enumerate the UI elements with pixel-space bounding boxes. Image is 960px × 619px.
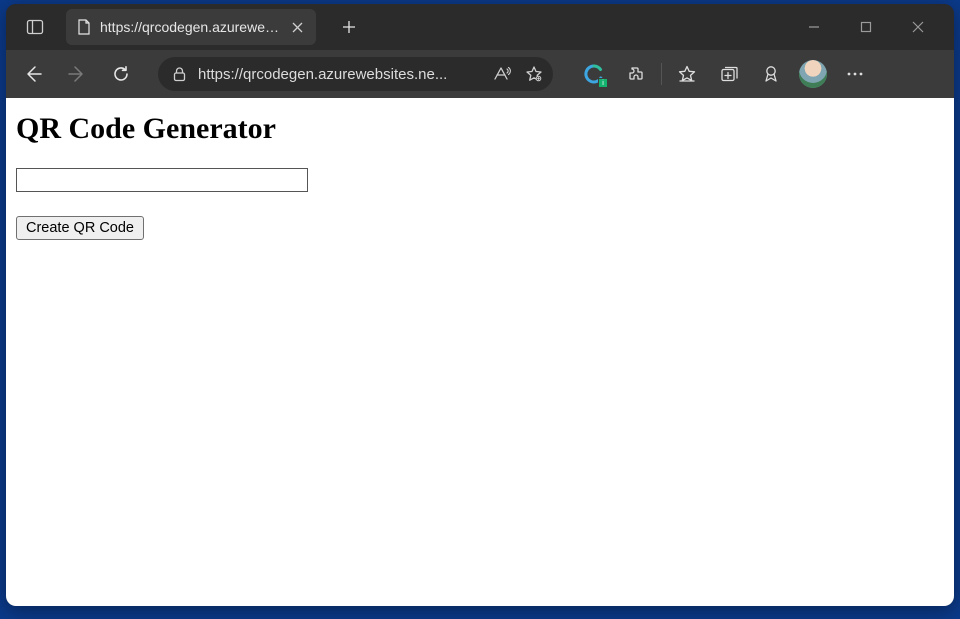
tab-title: https://qrcodegen.azurewebsites <box>100 19 280 35</box>
back-button[interactable] <box>16 57 50 91</box>
more-menu-icon[interactable] <box>838 57 872 91</box>
rewards-icon[interactable] <box>754 57 788 91</box>
window-controls <box>800 13 954 41</box>
browser-window: https://qrcodegen.azurewebsites <box>6 4 954 606</box>
url-text: https://qrcodegen.azurewebsites.ne... <box>198 66 481 83</box>
forward-button[interactable] <box>60 57 94 91</box>
copilot-icon[interactable]: i <box>577 57 611 91</box>
submit-row: Create QR Code <box>16 216 944 240</box>
tab-strip: https://qrcodegen.azurewebsites <box>6 4 954 50</box>
close-window-button[interactable] <box>904 13 932 41</box>
qr-input-row <box>16 168 944 192</box>
read-aloud-icon[interactable] <box>491 63 513 85</box>
create-qr-button[interactable]: Create QR Code <box>16 216 144 240</box>
favorites-icon[interactable] <box>670 57 704 91</box>
address-bar[interactable]: https://qrcodegen.azurewebsites.ne... <box>158 57 553 91</box>
extensions-icon[interactable] <box>619 57 653 91</box>
page-icon <box>76 19 92 35</box>
toolbar-right-icons: i <box>577 57 872 91</box>
collections-icon[interactable] <box>712 57 746 91</box>
favorite-star-icon[interactable] <box>523 63 545 85</box>
minimize-button[interactable] <box>800 13 828 41</box>
maximize-button[interactable] <box>852 13 880 41</box>
avatar-image <box>799 60 827 88</box>
lock-icon[interactable] <box>170 65 188 83</box>
copilot-badge: i <box>598 78 608 88</box>
qr-text-input[interactable] <box>16 168 308 192</box>
page-content: QR Code Generator Create QR Code <box>6 98 954 606</box>
browser-toolbar: https://qrcodegen.azurewebsites.ne... i <box>6 50 954 98</box>
browser-tab[interactable]: https://qrcodegen.azurewebsites <box>66 9 316 45</box>
toolbar-divider <box>661 63 662 85</box>
close-tab-icon[interactable] <box>288 18 306 36</box>
tab-actions-icon[interactable] <box>18 10 52 44</box>
refresh-button[interactable] <box>104 57 138 91</box>
page-heading: QR Code Generator <box>16 112 944 146</box>
new-tab-button[interactable] <box>334 12 364 42</box>
profile-avatar[interactable] <box>796 57 830 91</box>
